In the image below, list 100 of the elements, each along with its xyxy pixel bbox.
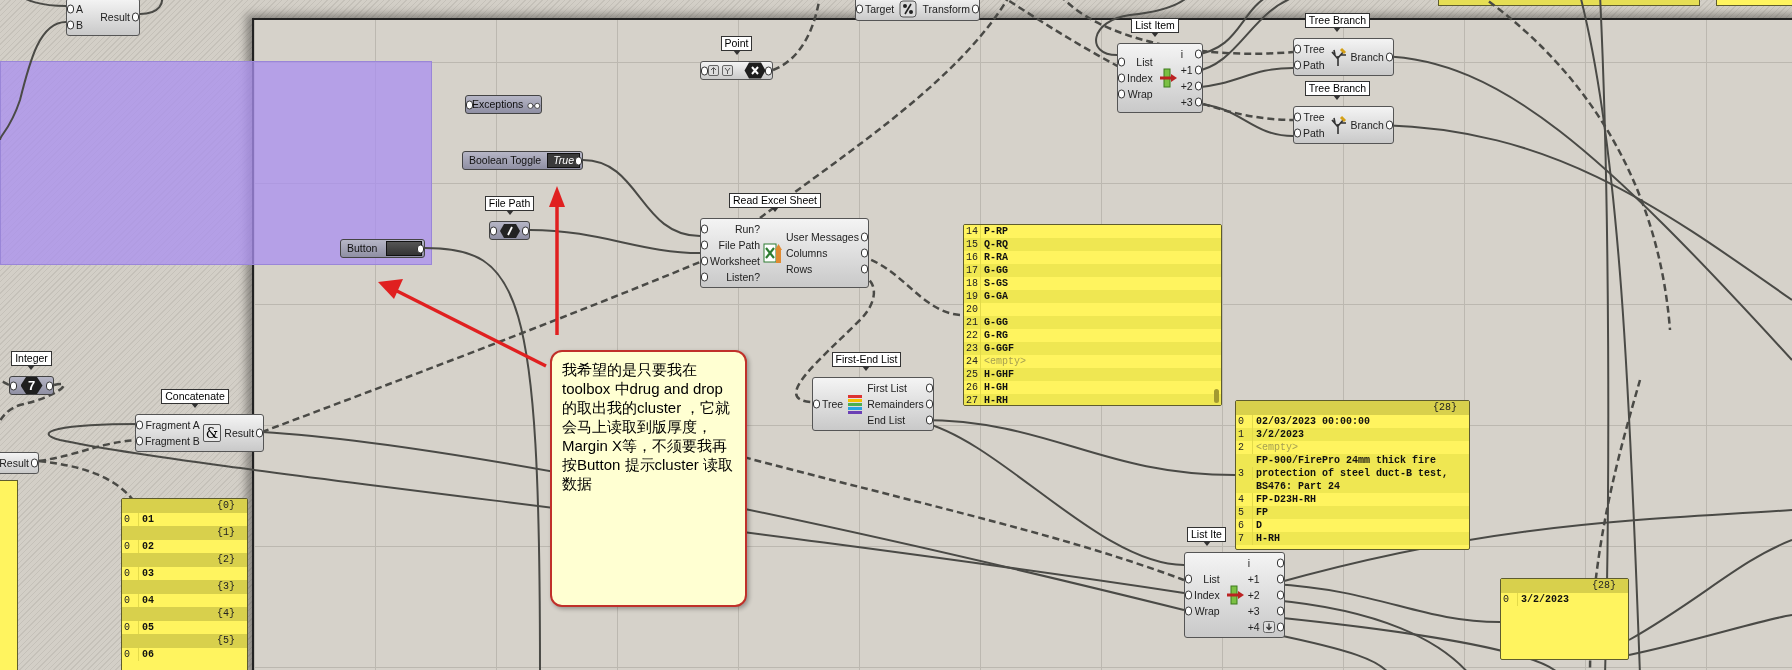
color-list-icon (846, 393, 865, 415)
row-value: 04 (141, 594, 155, 607)
input-label: List (1203, 572, 1220, 587)
input-label: Wrap (1127, 87, 1153, 102)
row-value: H-RH (1255, 532, 1281, 545)
exceptions-node[interactable]: Exceptions (465, 95, 542, 114)
expand-arrow-icon[interactable] (1262, 621, 1275, 633)
output-label: Result (100, 10, 130, 25)
input-label: Path (1303, 126, 1325, 141)
input-label: B (76, 18, 83, 33)
row-value: <empty> (1255, 441, 1299, 454)
row-index: 0 (1501, 593, 1518, 606)
toggle-value[interactable]: True (547, 153, 580, 168)
input-label: Listen? (726, 270, 760, 285)
input-label: Index (1127, 71, 1153, 86)
input-label: Fragment B (145, 434, 200, 449)
component-node[interactable]: Result (0, 452, 39, 474)
row-index: 0 (122, 648, 139, 661)
component-node[interactable]: Tree Path Branch (1293, 106, 1394, 144)
row-value: 03 (141, 567, 155, 580)
port[interactable] (490, 226, 497, 235)
row-value: P-RP (983, 225, 1009, 238)
scroll-thumb[interactable] (1214, 389, 1219, 403)
component-node[interactable]: List Index Wrap i +1 +2 +3 (1117, 43, 1203, 113)
input-label: Index (1194, 588, 1220, 603)
input-label: A (76, 2, 83, 17)
output-label: +2 (1180, 79, 1193, 94)
port[interactable] (765, 66, 772, 75)
integer-value: 7 (20, 377, 43, 394)
row-value: G-GGF (983, 342, 1015, 355)
row-value: H-GH (983, 381, 1009, 394)
output-label: Result (0, 456, 29, 471)
row-index: 27 (964, 394, 981, 405)
input-label: Path (1303, 58, 1325, 73)
row-value: G-RG (983, 329, 1009, 342)
port[interactable] (813, 399, 820, 409)
output-label: +2 (1247, 588, 1260, 603)
output-label: +1 (1247, 572, 1260, 587)
output-label: Transform (922, 2, 970, 17)
file-path-icon (498, 222, 521, 239)
row-value: Q-RQ (983, 238, 1009, 251)
row-value: H-RH (983, 394, 1009, 405)
component-node[interactable]: Run? File Path Worksheet Listen? User Messages Columns Rows (700, 218, 869, 288)
point-node[interactable] (700, 61, 773, 80)
input-label: Fragment A (145, 418, 200, 433)
row-index: 7 (1236, 532, 1253, 545)
row-value: G-GG (983, 316, 1009, 329)
branch-header: {28} (1501, 579, 1628, 593)
port[interactable] (10, 381, 17, 390)
component-node[interactable]: Tree First List Remainders End List (812, 377, 934, 431)
row-value: FP-D23H-RH (1255, 493, 1317, 506)
branch-header: {0} (122, 499, 247, 513)
port[interactable] (972, 4, 979, 14)
row-value: FP (1255, 506, 1269, 519)
input-label: File Path (718, 238, 760, 253)
port[interactable] (522, 226, 529, 235)
port[interactable] (31, 458, 38, 468)
row-value: <empty> (983, 355, 1027, 368)
row-value: 3/2/2023 (1255, 428, 1305, 441)
row-value: G-GA (983, 290, 1009, 303)
arrow-up-icon[interactable] (708, 65, 719, 76)
row-value: FP-900/FirePro 24mm thick fire protection of steel duct-B test, BS476: Part 24 (1255, 454, 1450, 493)
port[interactable] (856, 4, 863, 14)
output-label: Branch (1350, 50, 1384, 65)
port[interactable] (1385, 120, 1393, 130)
port[interactable] (132, 12, 139, 22)
component-node[interactable]: Target Transform (855, 0, 980, 21)
button-node[interactable]: Button (340, 239, 425, 258)
port[interactable] (256, 428, 264, 438)
row-value: S-GS (983, 277, 1009, 290)
row-value: D (1255, 519, 1263, 532)
file-path-node[interactable] (489, 221, 530, 240)
funnel-icon[interactable] (722, 65, 733, 76)
port[interactable] (46, 381, 53, 390)
input-label: Worksheet (710, 254, 760, 269)
input-label: Run? (734, 222, 760, 237)
boolean-toggle[interactable]: Boolean Toggle True (462, 151, 583, 170)
input-label: Target (865, 2, 895, 17)
branch-header: {1} (122, 526, 247, 540)
port[interactable] (1385, 52, 1393, 62)
row-value: 02 (141, 540, 155, 553)
output-label: Result (224, 426, 255, 441)
integer-node[interactable]: 7 (9, 376, 54, 395)
output-label: Columns (786, 246, 828, 261)
output-label: i (1247, 556, 1251, 571)
push-button[interactable] (386, 241, 422, 256)
output-label: i (1180, 47, 1184, 62)
note-text: 我希望的是只要我在toolbox 中drug and drop 的取出我的cluster ，它就会马上读取到版厚度，Margin X等，不须要我再按Button 提示cluster 读取数据 (550, 350, 747, 607)
component-node[interactable]: Tree Path Branch (1293, 38, 1394, 76)
row-value: 06 (141, 648, 155, 661)
component-node[interactable]: A B Result (66, 0, 140, 36)
input-label: Tree (1303, 42, 1325, 57)
component-node[interactable]: List Index Wrap i +1 +2 +3 +4 (1184, 552, 1285, 638)
branch-header: {28} (1236, 401, 1469, 415)
input-label: List (1136, 55, 1153, 70)
row-value: 01 (141, 513, 155, 526)
port[interactable] (466, 100, 473, 109)
branch-header: {3} (122, 580, 247, 594)
output-label: Remainders (867, 397, 924, 412)
row-value: G-GG (983, 264, 1009, 277)
